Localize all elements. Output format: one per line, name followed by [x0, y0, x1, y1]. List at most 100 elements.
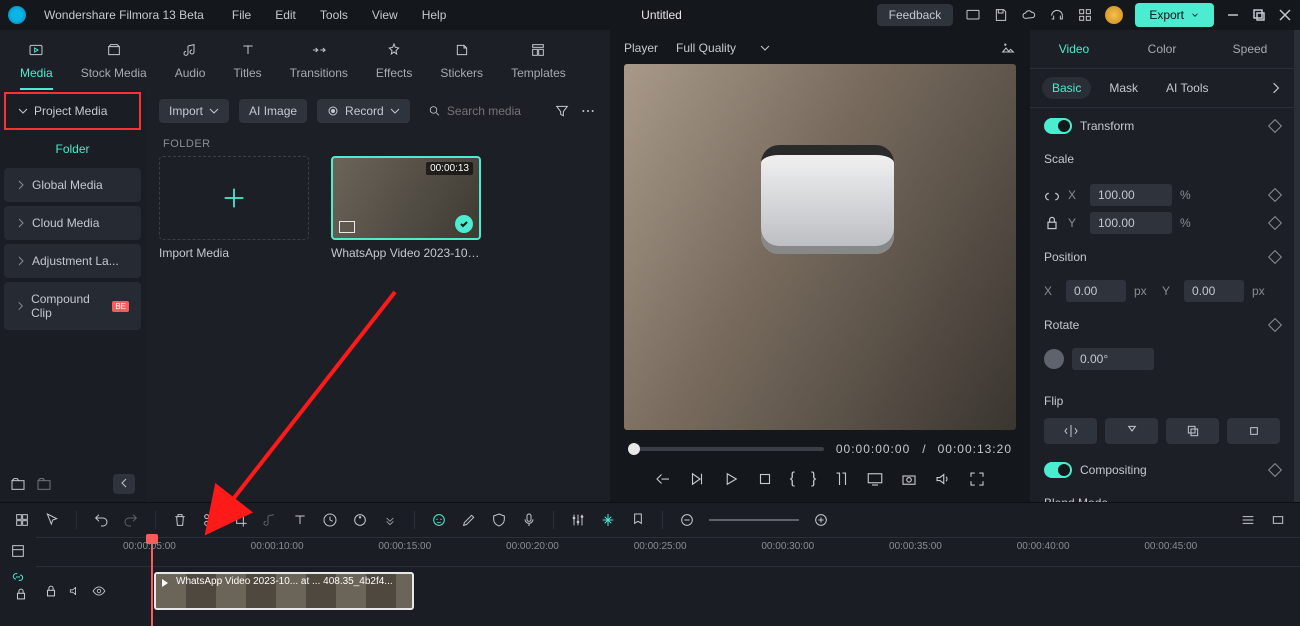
folder-icon[interactable] [36, 476, 52, 492]
grid-icon[interactable] [1240, 512, 1256, 528]
cloud-icon[interactable] [1021, 7, 1037, 23]
close-button[interactable] [1278, 8, 1292, 22]
save-icon[interactable] [993, 7, 1009, 23]
add-bin-icon[interactable] [10, 476, 26, 492]
timeline-clip[interactable]: WhatsApp Video 2023-10... at ... 408.35_… [154, 572, 414, 610]
snap-icon[interactable] [600, 512, 616, 528]
tab-media[interactable]: Media [20, 38, 53, 90]
sidebar-folder[interactable]: Folder [0, 132, 145, 166]
transform-header[interactable]: Transform [1030, 108, 1294, 144]
delete-icon[interactable] [172, 512, 188, 528]
redo-icon[interactable] [123, 512, 139, 528]
link-icon[interactable] [10, 569, 26, 585]
subtab-ai-tools[interactable]: AI Tools [1156, 77, 1218, 99]
sidebar-project-media[interactable]: Project Media [4, 92, 141, 130]
edit-icon[interactable] [461, 512, 477, 528]
apps-icon[interactable] [1077, 7, 1093, 23]
sidebar-cloud-media[interactable]: Cloud Media [4, 206, 141, 240]
volume-icon[interactable] [934, 470, 952, 488]
shield-icon[interactable] [491, 512, 507, 528]
ai-icon[interactable] [431, 512, 447, 528]
music-icon[interactable] [262, 512, 278, 528]
filter-icon[interactable] [554, 103, 570, 119]
undo-icon[interactable] [93, 512, 109, 528]
rotate-input[interactable]: 0.00° [1072, 348, 1154, 370]
screen-icon[interactable] [965, 7, 981, 23]
avatar-icon[interactable] [1105, 6, 1123, 24]
scale-x-input[interactable]: 100.00 [1090, 184, 1172, 206]
more-icon[interactable] [580, 103, 596, 119]
sidebar-global-media[interactable]: Global Media [4, 168, 141, 202]
mic-icon[interactable] [521, 512, 537, 528]
subtab-mask[interactable]: Mask [1099, 77, 1148, 99]
minimize-button[interactable] [1226, 8, 1240, 22]
pos-y-input[interactable]: 0.00 [1184, 280, 1244, 302]
crop-icon[interactable] [232, 512, 248, 528]
keyframe-icon[interactable] [1268, 216, 1282, 230]
flip-v-button[interactable] [1105, 418, 1158, 444]
tab-audio[interactable]: Audio [175, 38, 206, 90]
color-icon[interactable] [352, 512, 368, 528]
mixer-icon[interactable] [570, 512, 586, 528]
preview-video[interactable] [624, 64, 1016, 430]
export-button[interactable]: Export [1135, 3, 1214, 27]
feedback-button[interactable]: Feedback [877, 4, 954, 26]
search-input[interactable] [447, 104, 536, 118]
chevron-right-icon[interactable] [1270, 82, 1282, 94]
tab-stock-media[interactable]: Stock Media [81, 38, 147, 90]
text-icon[interactable] [292, 512, 308, 528]
menu-file[interactable]: File [232, 8, 251, 22]
pos-x-input[interactable]: 0.00 [1066, 280, 1126, 302]
menu-tools[interactable]: Tools [320, 8, 348, 22]
keyframe-icon[interactable] [1268, 119, 1282, 133]
tab-titles[interactable]: Titles [233, 38, 261, 90]
mute-icon[interactable] [68, 584, 82, 598]
speed2-icon[interactable] [322, 512, 338, 528]
sidebar-adjustment-layer[interactable]: Adjustment La... [4, 244, 141, 278]
link-icon[interactable] [1044, 187, 1060, 203]
fullscreen-icon[interactable] [968, 470, 986, 488]
fit-icon[interactable] [1270, 512, 1286, 528]
tab-templates[interactable]: Templates [511, 38, 566, 90]
flip-h-button[interactable] [1044, 418, 1097, 444]
snapshot-icon[interactable] [1000, 40, 1016, 56]
brace-right-icon[interactable]: } [811, 470, 816, 488]
tab-speed[interactable]: Speed [1206, 30, 1294, 68]
marker-icon[interactable] [630, 512, 646, 528]
search-media[interactable] [420, 98, 544, 124]
display-icon[interactable] [866, 470, 884, 488]
keyframe-icon[interactable] [1268, 463, 1282, 477]
keyframe-icon[interactable] [1268, 188, 1282, 202]
tab-color[interactable]: Color [1118, 30, 1206, 68]
zoom-in-icon[interactable] [813, 512, 829, 528]
headset-icon[interactable] [1049, 7, 1065, 23]
scale-y-input[interactable]: 100.00 [1090, 212, 1172, 234]
keyframe-icon[interactable] [1268, 318, 1282, 332]
zoom-slider[interactable] [709, 519, 799, 521]
sidebar-compound-clip[interactable]: Compound ClipBE [4, 282, 141, 330]
lock-icon[interactable] [1044, 215, 1060, 231]
menu-edit[interactable]: Edit [275, 8, 296, 22]
clip-thumb[interactable]: 00:00:13 [331, 156, 481, 240]
collapse-sidebar-button[interactable] [113, 474, 135, 494]
lock-icon[interactable] [44, 584, 58, 598]
stop-icon[interactable] [756, 470, 774, 488]
clip-card[interactable]: 00:00:13 WhatsApp Video 2023-10-05... [331, 156, 481, 260]
subtab-basic[interactable]: Basic [1042, 77, 1091, 99]
corner-lock-icon[interactable] [14, 587, 28, 601]
record-dropdown[interactable]: Record [317, 99, 410, 123]
menu-view[interactable]: View [372, 8, 398, 22]
maximize-button[interactable] [1252, 8, 1266, 22]
import-dropdown[interactable]: Import [159, 99, 229, 123]
mark-icon[interactable] [832, 470, 850, 488]
tab-transitions[interactable]: Transitions [290, 38, 348, 90]
prev-frame-icon[interactable] [654, 470, 672, 488]
compositing-header[interactable]: Compositing [1030, 452, 1294, 488]
quality-select[interactable]: Full Quality [676, 41, 770, 55]
brace-left-icon[interactable]: { [790, 470, 795, 488]
keyframe-icon[interactable] [1268, 250, 1282, 264]
tab-stickers[interactable]: Stickers [440, 38, 483, 90]
rotate-dial[interactable] [1044, 349, 1064, 369]
play-icon[interactable] [722, 470, 740, 488]
camera-icon[interactable] [900, 470, 918, 488]
